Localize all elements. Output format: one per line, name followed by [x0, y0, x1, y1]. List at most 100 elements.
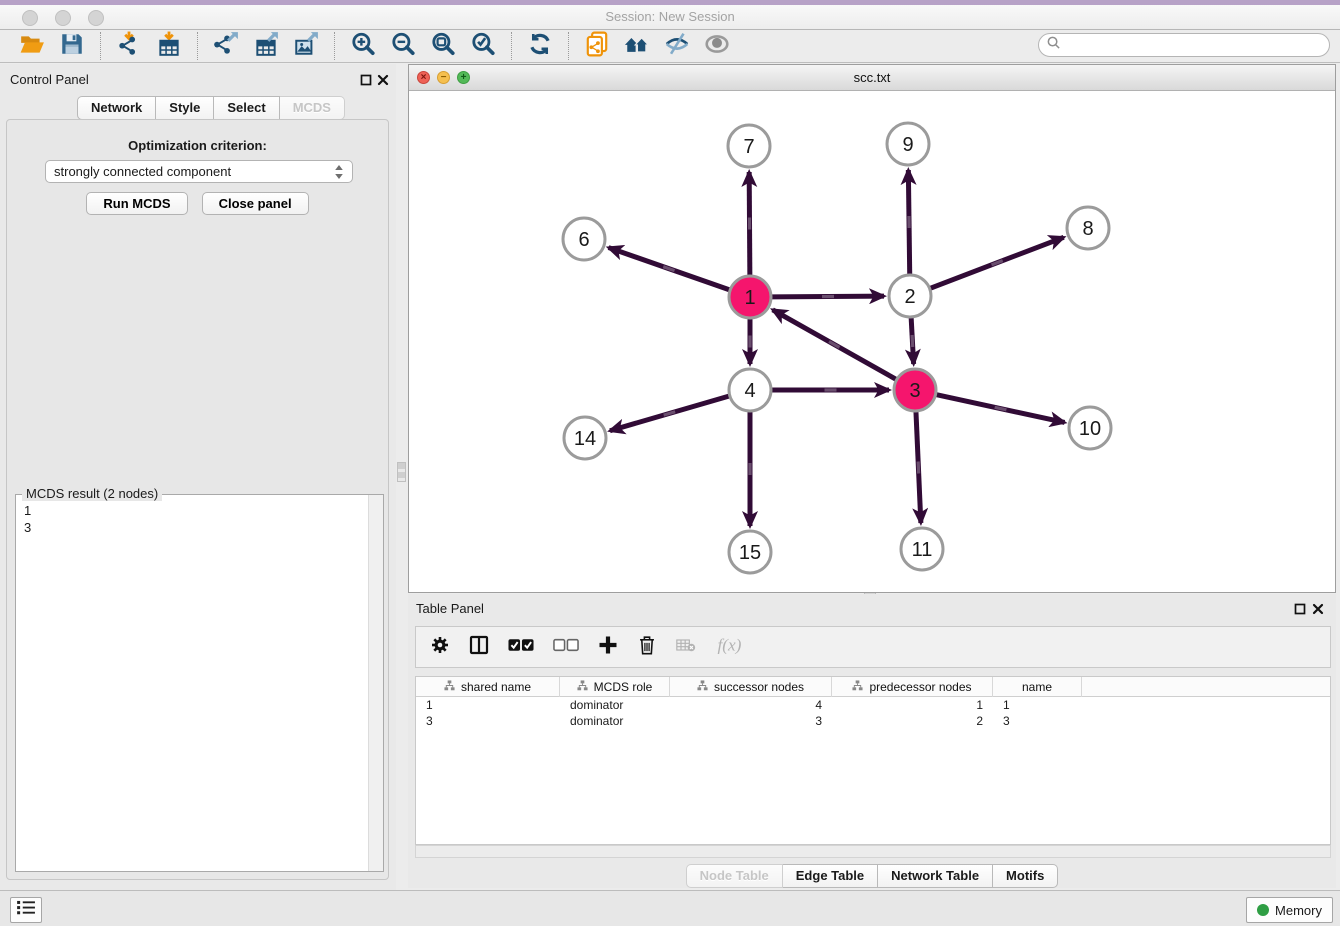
edge-label: [748, 463, 751, 475]
export-table-button[interactable]: [246, 31, 286, 61]
search-input[interactable]: [1038, 33, 1330, 57]
trash-button[interactable]: [637, 634, 657, 660]
zoom-in-button[interactable]: [343, 31, 383, 61]
check-all-button[interactable]: [508, 634, 534, 660]
refresh-icon: [527, 31, 553, 62]
chevron-up-down-icon: [334, 164, 344, 180]
float-panel-icon[interactable]: [360, 73, 372, 85]
table-row[interactable]: 1dominator411: [416, 697, 1330, 713]
close-panel-icon[interactable]: [377, 73, 389, 85]
table-header-row: shared name MCDS role successor nodesprede…: [416, 677, 1330, 697]
column-header-label: name: [1022, 680, 1052, 694]
memory-status-dot: [1257, 904, 1269, 916]
task-history-button[interactable]: [10, 897, 42, 923]
column-header-MCDS-role[interactable]: MCDS role: [560, 677, 670, 697]
table-cell[interactable]: dominator: [560, 697, 670, 713]
export-network-button[interactable]: [206, 31, 246, 61]
toolbar-group: [569, 31, 745, 61]
columns-button[interactable]: [469, 634, 489, 660]
edge-label: [822, 295, 834, 298]
network-window-title: scc.txt: [409, 70, 1335, 85]
graph-node-label: 11: [912, 539, 933, 561]
result-scrollbar[interactable]: [368, 495, 383, 871]
column-header-shared-name[interactable]: shared name: [416, 677, 560, 697]
zoom-fit-icon: [430, 31, 456, 62]
window-title: Session: New Session: [0, 9, 1340, 24]
graph-node-label: 15: [739, 542, 761, 564]
table-panel-title: Table Panel: [416, 601, 484, 616]
uncheck-all-button[interactable]: [553, 634, 579, 660]
open-folder-button[interactable]: [12, 31, 52, 61]
toolbar-group: [335, 31, 511, 61]
table-hscrollbar[interactable]: [415, 845, 1331, 858]
column-header-name[interactable]: name: [993, 677, 1082, 697]
table-toolbar: f(x): [415, 626, 1331, 668]
edge-label: [748, 336, 751, 348]
export-image-button[interactable]: [286, 31, 326, 61]
column-header-successor-nodes[interactable]: successor nodes: [670, 677, 832, 697]
save-button[interactable]: [52, 31, 92, 61]
mcds-result-lines: 13: [24, 502, 31, 536]
gear-button[interactable]: [430, 634, 450, 660]
show-eye-button[interactable]: [697, 31, 737, 61]
status-bar: Memory: [0, 890, 1340, 926]
edge-label: [825, 388, 837, 391]
mcds-result-legend: MCDS result (2 nodes): [22, 486, 162, 501]
table-panel: Table Panel f(x) shared name MCDS role suc…: [408, 594, 1336, 888]
edge-label: [917, 461, 921, 473]
edge-label: [748, 217, 751, 229]
zoom-fit-button[interactable]: [423, 31, 463, 61]
close-panel-button[interactable]: Close panel: [202, 192, 309, 215]
memory-button[interactable]: Memory: [1246, 897, 1333, 923]
run-mcds-button[interactable]: Run MCDS: [86, 192, 187, 215]
gear-icon: [430, 635, 450, 660]
column-header-predecessor-nodes[interactable]: predecessor nodes: [832, 677, 993, 697]
tab-node-table[interactable]: Node Table: [686, 864, 783, 888]
refresh-button[interactable]: [520, 31, 560, 61]
table-row[interactable]: 3dominator323: [416, 713, 1330, 729]
tab-network[interactable]: Network: [77, 96, 156, 120]
table-cell[interactable]: 3: [993, 713, 1082, 729]
import-network-button[interactable]: [109, 31, 149, 61]
columns-icon: [469, 635, 489, 660]
delete-column-button: [676, 634, 696, 660]
toolbar-group: [4, 31, 100, 61]
control-panel-title: Control Panel: [10, 72, 89, 87]
network-canvas[interactable]: 1234678910111415: [409, 90, 1335, 592]
home-button[interactable]: [617, 31, 657, 61]
column-header-label: MCDS role: [594, 680, 653, 694]
table-cell[interactable]: 1: [832, 697, 993, 713]
graph-node-label: 4: [744, 380, 755, 402]
zoom-selected-button[interactable]: [463, 31, 503, 61]
table-cell[interactable]: 2: [832, 713, 993, 729]
toolbar-group: [512, 31, 568, 61]
result-line: 3: [24, 519, 31, 536]
home-icon: [624, 31, 650, 62]
tab-mcds[interactable]: MCDS: [280, 96, 345, 120]
memory-label: Memory: [1275, 903, 1322, 918]
add-icon: [598, 635, 618, 660]
hide-eye-button[interactable]: [657, 31, 697, 61]
table-float-panel-icon[interactable]: [1294, 602, 1306, 614]
check-all-icon: [508, 635, 534, 660]
tab-select[interactable]: Select: [214, 96, 279, 120]
tab-style[interactable]: Style: [156, 96, 214, 120]
import-table-button[interactable]: [149, 31, 189, 61]
tab-network-table[interactable]: Network Table: [878, 864, 993, 888]
table-cell[interactable]: 1: [416, 697, 560, 713]
graph-node-label: 14: [574, 428, 596, 450]
table-cell[interactable]: dominator: [560, 713, 670, 729]
table-cell[interactable]: 4: [670, 697, 832, 713]
zoom-out-button[interactable]: [383, 31, 423, 61]
criterion-dropdown[interactable]: strongly connected component: [45, 160, 353, 183]
tab-motifs[interactable]: Motifs: [993, 864, 1058, 888]
add-button[interactable]: [598, 634, 618, 660]
tab-edge-table[interactable]: Edge Table: [783, 864, 878, 888]
vertical-splitter-handle[interactable]: [397, 462, 406, 482]
control-panel-tabs: NetworkStyleSelectMCDS: [77, 96, 345, 120]
table-cell[interactable]: 3: [670, 713, 832, 729]
table-cell[interactable]: 3: [416, 713, 560, 729]
clone-network-button[interactable]: [577, 31, 617, 61]
table-close-panel-icon[interactable]: [1312, 602, 1324, 614]
table-cell[interactable]: 1: [993, 697, 1082, 713]
